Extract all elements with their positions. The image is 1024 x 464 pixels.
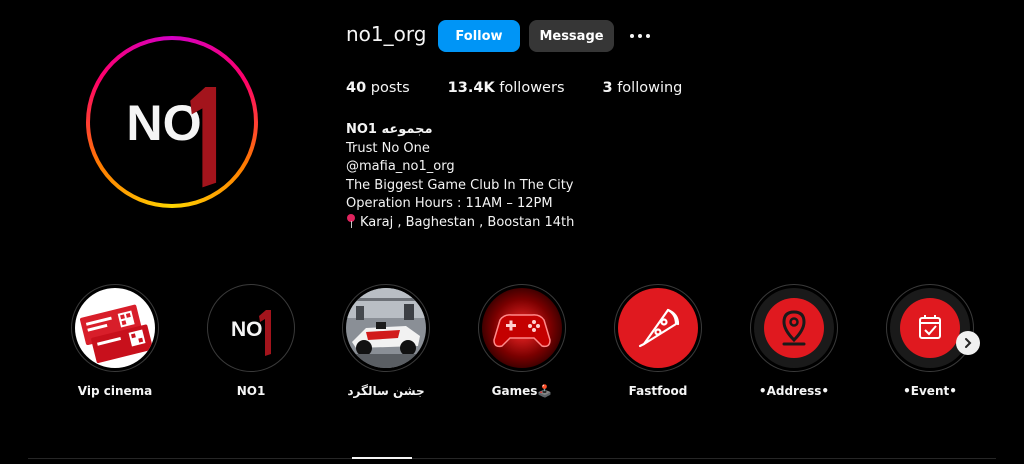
follow-button[interactable]: Follow (438, 20, 520, 52)
highlight-label: جشن سالگرد (347, 384, 425, 398)
highlight-label: Games🕹️ (491, 384, 553, 398)
bio-mention-link[interactable]: @mafia_no1_org (346, 158, 574, 177)
dot (630, 34, 634, 38)
highlight-label: •Event• (903, 384, 957, 398)
next-arrow-icon[interactable] (956, 331, 980, 355)
profile-avatar[interactable]: NO (96, 46, 248, 198)
profile-full-name: NO1 مجموعه (346, 122, 433, 137)
highlight-cover (890, 288, 970, 368)
svg-text:NO: NO (231, 318, 263, 341)
bio-line: Operation Hours : 11AM – 12PM (346, 196, 553, 211)
pizza-icon (618, 288, 698, 368)
bio-location-line: Karaj , Baghestan , Boostan 14th (346, 213, 575, 233)
race-car-photo-icon (346, 288, 426, 368)
cinema-ticket-icon (75, 288, 155, 368)
highlight-ring (750, 284, 838, 372)
following-label: following (617, 80, 683, 96)
bio-line: The Biggest Game Club In The City (346, 177, 574, 193)
followers-label: followers (499, 80, 565, 96)
highlight-label: •Address• (758, 384, 830, 398)
highlight-address[interactable]: •Address• (734, 284, 854, 398)
bio-location-text: Karaj , Baghestan , Boostan 14th (360, 214, 575, 230)
highlight-cover: NO (211, 288, 291, 368)
highlight-ring (342, 284, 430, 372)
profile-username: no1_org (346, 22, 427, 46)
more-options-icon[interactable] (626, 26, 654, 46)
followers-count: 13.4K (447, 80, 495, 96)
chevron-right-icon (965, 338, 972, 348)
highlight-label: NO1 (236, 384, 266, 398)
highlight-vip-cinema[interactable]: Vip cinema (55, 284, 175, 398)
svg-text:NO: NO (126, 95, 201, 151)
profile-stats: 40 posts 13.4K followers 3 following (346, 80, 720, 96)
followers-stat[interactable]: 13.4K followers (448, 80, 565, 96)
profile-bio: NO1 مجموعه Trust No One @mafia_no1_org T… (346, 121, 574, 232)
calendar-icon (890, 288, 970, 368)
location-pin-icon (754, 288, 834, 368)
bio-line: Trust No One (346, 140, 430, 156)
posts-stat: 40 posts (346, 80, 410, 96)
highlight-ring (614, 284, 702, 372)
highlight-label: Vip cinema (77, 384, 153, 398)
no1-logo-icon: NO (96, 46, 248, 198)
posts-label: posts (370, 80, 410, 96)
avatar-gap: NO (90, 40, 254, 204)
highlight-games[interactable]: Games🕹️ (462, 284, 582, 398)
following-stat[interactable]: 3 following (603, 80, 683, 96)
highlight-cover (482, 288, 562, 368)
location-pin-icon (346, 213, 356, 228)
highlight-cover (618, 288, 698, 368)
gamepad-icon (482, 288, 562, 368)
active-tab-indicator (352, 457, 412, 459)
message-button[interactable]: Message (529, 20, 614, 52)
highlight-label: Fastfood (628, 384, 688, 398)
highlight-anniversary[interactable]: جشن سالگرد (326, 284, 446, 398)
following-count: 3 (602, 80, 613, 96)
posts-count: 40 (346, 80, 367, 96)
tabs-divider (28, 458, 996, 459)
highlight-cover (346, 288, 426, 368)
highlight-cover (75, 288, 155, 368)
profile-avatar-ring[interactable]: NO (86, 36, 258, 208)
highlight-ring (886, 284, 974, 372)
highlight-no1[interactable]: NO NO1 (191, 284, 311, 398)
no1-logo-icon: NO (211, 288, 291, 368)
dot (638, 34, 642, 38)
highlight-fastfood[interactable]: Fastfood (598, 284, 718, 398)
highlight-ring: NO (207, 284, 295, 372)
highlight-ring (478, 284, 566, 372)
highlight-ring (71, 284, 159, 372)
highlight-cover (754, 288, 834, 368)
dot (646, 34, 650, 38)
